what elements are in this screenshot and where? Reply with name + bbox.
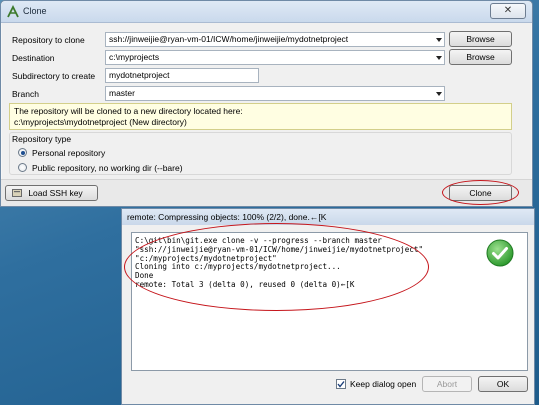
load-ssh-key-label: Load SSH key [28, 188, 83, 198]
keep-open-checkbox[interactable] [336, 379, 346, 389]
personal-repo-radio[interactable] [18, 148, 27, 157]
branch-combo[interactable]: master [105, 86, 445, 101]
browse-repo-button[interactable]: Browse [449, 31, 512, 47]
abort-button[interactable]: Abort [422, 376, 472, 392]
keep-open-label: Keep dialog open [350, 379, 417, 389]
window-title: Clone [23, 6, 47, 16]
info-line-2: c:\myprojects\mydotnetproject (New direc… [14, 117, 187, 127]
chevron-down-icon [436, 92, 442, 96]
chevron-down-icon [436, 56, 442, 60]
success-check-icon [486, 239, 514, 267]
progress-title: remote: Compressing objects: 100% (2/2),… [122, 209, 534, 225]
repo-label: Repository to clone [12, 35, 85, 45]
clone-window: Clone ✕ Repository to clone ssh://jinwei… [0, 0, 533, 207]
public-repo-radio[interactable] [18, 163, 27, 172]
close-button[interactable]: ✕ [490, 3, 526, 19]
repo-url-combo[interactable]: ssh://jinweijie@ryan-vm-01/ICW/home/jinw… [105, 32, 445, 47]
repo-url-value: ssh://jinweijie@ryan-vm-01/ICW/home/jinw… [109, 34, 349, 44]
console-highlight-ring [124, 223, 429, 311]
info-line-1: The repository will be cloned to a new d… [14, 106, 243, 116]
subdirectory-input[interactable]: mydotnetproject [105, 68, 259, 83]
load-ssh-key-button[interactable]: Load SSH key [5, 185, 98, 201]
branch-label: Branch [12, 89, 39, 99]
repository-type-title: Repository type [10, 134, 74, 144]
key-icon [12, 189, 22, 197]
progress-window: remote: Compressing objects: 100% (2/2),… [121, 208, 535, 405]
destination-label: Destination [12, 53, 55, 63]
clone-titlebar: Clone ✕ [1, 1, 532, 23]
browse-destination-button[interactable]: Browse [449, 49, 512, 65]
personal-repo-label: Personal repository [32, 148, 106, 158]
clone-highlight-ring [442, 180, 519, 205]
subdirectory-label: Subdirectory to create [12, 71, 96, 81]
destination-combo[interactable]: c:\myprojects [105, 50, 445, 65]
checkmark-icon [337, 381, 345, 388]
ok-button[interactable]: OK [478, 376, 528, 392]
git-app-icon [7, 5, 19, 18]
chevron-down-icon [436, 38, 442, 42]
destination-value: c:\myprojects [109, 52, 160, 62]
public-repo-label: Public repository, no working dir (--bar… [32, 163, 183, 173]
destination-info-box: The repository will be cloned to a new d… [9, 103, 512, 130]
clone-form: Repository to clone ssh://jinweijie@ryan… [1, 24, 532, 206]
subdirectory-value: mydotnetproject [109, 70, 170, 80]
branch-value: master [109, 88, 135, 98]
